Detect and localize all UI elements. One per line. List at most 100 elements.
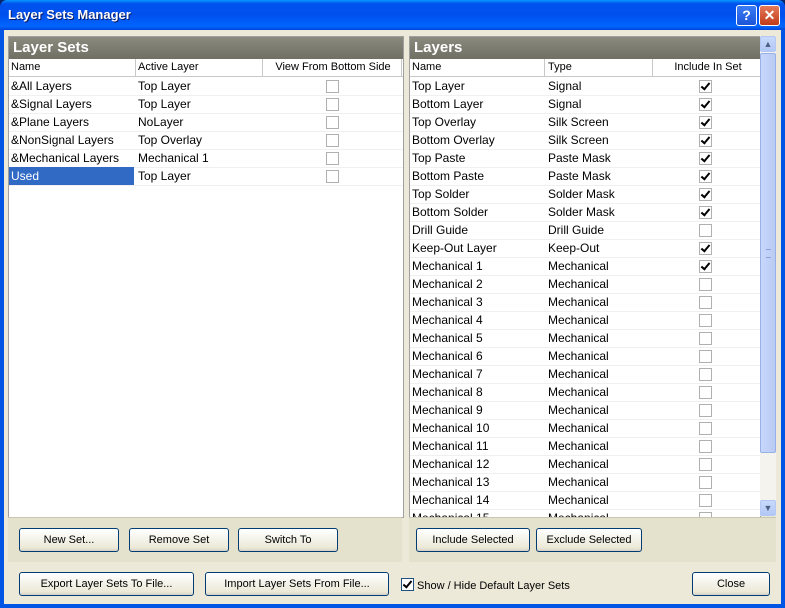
layer-row[interactable]: Mechanical 12 Mechanical xyxy=(410,455,760,474)
include-in-set-checkbox[interactable] xyxy=(699,296,712,309)
layer-row[interactable]: Mechanical 9 Mechanical xyxy=(410,401,760,420)
layer-row[interactable]: Mechanical 8 Mechanical xyxy=(410,383,760,402)
scroll-thumb[interactable] xyxy=(760,53,776,453)
layer-set-active-layer[interactable]: Top Layer xyxy=(136,77,262,95)
include-in-set-checkbox[interactable] xyxy=(699,404,712,417)
view-from-bottom-checkbox[interactable] xyxy=(326,80,339,93)
layer-set-row[interactable]: &NonSignal Layers Top Overlay xyxy=(9,131,403,150)
show-hide-default-layer-sets[interactable]: Show / Hide Default Layer Sets xyxy=(401,576,570,592)
layer-row[interactable]: Mechanical 2 Mechanical xyxy=(410,275,760,294)
include-in-set-checkbox[interactable] xyxy=(699,116,712,129)
layer-row[interactable]: Mechanical 11 Mechanical xyxy=(410,437,760,456)
title-bar[interactable]: Layer Sets Manager ? ✕ xyxy=(0,0,785,30)
include-in-set-checkbox[interactable] xyxy=(699,80,712,93)
include-in-set-checkbox[interactable] xyxy=(699,278,712,291)
view-from-bottom-checkbox[interactable] xyxy=(326,152,339,165)
include-in-set-checkbox[interactable] xyxy=(699,422,712,435)
layer-set-active-layer[interactable]: Top Overlay xyxy=(136,131,262,149)
layer-set-name[interactable]: &NonSignal Layers xyxy=(9,131,134,149)
view-from-bottom-checkbox[interactable] xyxy=(326,134,339,147)
layer-type: Mechanical xyxy=(548,295,609,309)
include-in-set-checkbox[interactable] xyxy=(699,350,712,363)
layer-row[interactable]: Top Overlay Silk Screen xyxy=(410,113,760,132)
layer-row[interactable]: Mechanical 13 Mechanical xyxy=(410,473,760,492)
close-window-button[interactable]: ✕ xyxy=(759,5,780,26)
layer-row[interactable]: Top Layer Signal xyxy=(410,77,760,96)
include-in-set-checkbox[interactable] xyxy=(699,386,712,399)
include-in-set-checkbox[interactable] xyxy=(699,494,712,507)
view-from-bottom-checkbox[interactable] xyxy=(326,98,339,111)
column-header-type[interactable]: Type xyxy=(546,59,653,76)
layer-name: Mechanical 6 xyxy=(412,349,483,363)
include-in-set-checkbox[interactable] xyxy=(699,332,712,345)
layer-row[interactable]: Bottom Overlay Silk Screen xyxy=(410,131,760,150)
layer-set-row[interactable]: &Mechanical Layers Mechanical 1 xyxy=(9,149,403,168)
include-in-set-checkbox[interactable] xyxy=(699,188,712,201)
layer-set-active-layer[interactable]: Top Layer xyxy=(136,167,262,185)
layer-set-row[interactable]: &Signal Layers Top Layer xyxy=(9,95,403,114)
include-in-set-checkbox[interactable] xyxy=(699,458,712,471)
switch-to-button[interactable]: Switch To xyxy=(238,528,338,552)
layer-row[interactable]: Mechanical 6 Mechanical xyxy=(410,347,760,366)
layer-name: Mechanical 14 xyxy=(412,493,490,507)
layer-row[interactable]: Mechanical 3 Mechanical xyxy=(410,293,760,312)
export-layer-sets-button[interactable]: Export Layer Sets To File... xyxy=(19,572,194,596)
layer-set-name[interactable]: Used xyxy=(9,167,134,185)
layer-set-row[interactable]: &All Layers Top Layer xyxy=(9,77,403,96)
view-from-bottom-checkbox[interactable] xyxy=(326,170,339,183)
column-header-active-layer[interactable]: Active Layer xyxy=(136,59,263,76)
scroll-down-arrow-icon[interactable]: ▼ xyxy=(760,500,776,516)
layer-row[interactable]: Bottom Layer Signal xyxy=(410,95,760,114)
layer-row[interactable]: Keep-Out Layer Keep-Out xyxy=(410,239,760,258)
layer-row[interactable]: Mechanical 5 Mechanical xyxy=(410,329,760,348)
layer-set-row[interactable]: Used Top Layer xyxy=(9,167,403,186)
scroll-up-arrow-icon[interactable]: ▲ xyxy=(760,36,776,52)
include-in-set-checkbox[interactable] xyxy=(699,206,712,219)
layer-set-active-layer[interactable]: Top Layer xyxy=(136,95,262,113)
help-button[interactable]: ? xyxy=(736,5,757,26)
layer-row[interactable]: Mechanical 4 Mechanical xyxy=(410,311,760,330)
layer-set-row[interactable]: &Plane Layers NoLayer xyxy=(9,113,403,132)
layer-row[interactable]: Drill Guide Drill Guide xyxy=(410,221,760,240)
layer-set-name[interactable]: &All Layers xyxy=(9,77,134,95)
window-frame xyxy=(0,604,785,608)
layer-set-active-layer[interactable]: NoLayer xyxy=(136,113,262,131)
include-in-set-checkbox[interactable] xyxy=(699,260,712,273)
include-in-set-checkbox[interactable] xyxy=(699,242,712,255)
layer-set-name[interactable]: &Signal Layers xyxy=(9,95,134,113)
layer-type: Mechanical xyxy=(548,457,609,471)
layer-row[interactable]: Mechanical 7 Mechanical xyxy=(410,365,760,384)
import-layer-sets-button[interactable]: Import Layer Sets From File... xyxy=(205,572,389,596)
new-set-button[interactable]: New Set... xyxy=(19,528,119,552)
include-in-set-checkbox[interactable] xyxy=(699,224,712,237)
include-in-set-checkbox[interactable] xyxy=(699,134,712,147)
layer-set-active-layer[interactable]: Mechanical 1 xyxy=(136,149,262,167)
include-in-set-checkbox[interactable] xyxy=(699,98,712,111)
view-from-bottom-checkbox[interactable] xyxy=(326,116,339,129)
include-in-set-checkbox[interactable] xyxy=(699,368,712,381)
layers-scrollbar[interactable]: ▲ ▼ xyxy=(760,36,776,516)
layer-row[interactable]: Bottom Solder Solder Mask xyxy=(410,203,760,222)
layer-row[interactable]: Top Solder Solder Mask xyxy=(410,185,760,204)
column-header-include-in-set[interactable]: Include In Set xyxy=(654,59,760,76)
column-header-view-from-bottom[interactable]: View From Bottom Side xyxy=(263,59,402,76)
show-hide-checkbox[interactable] xyxy=(401,578,414,591)
include-in-set-checkbox[interactable] xyxy=(699,440,712,453)
remove-set-button[interactable]: Remove Set xyxy=(129,528,229,552)
layer-row[interactable]: Top Paste Paste Mask xyxy=(410,149,760,168)
layer-row[interactable]: Mechanical 10 Mechanical xyxy=(410,419,760,438)
layer-set-name[interactable]: &Mechanical Layers xyxy=(9,149,134,167)
column-header-name[interactable]: Name xyxy=(410,59,545,76)
close-button[interactable]: Close xyxy=(692,572,770,596)
include-in-set-checkbox[interactable] xyxy=(699,314,712,327)
include-in-set-checkbox[interactable] xyxy=(699,152,712,165)
layer-row[interactable]: Mechanical 1 Mechanical xyxy=(410,257,760,276)
layer-set-name[interactable]: &Plane Layers xyxy=(9,113,134,131)
include-in-set-checkbox[interactable] xyxy=(699,170,712,183)
column-header-name[interactable]: Name xyxy=(9,59,136,76)
layer-row[interactable]: Bottom Paste Paste Mask xyxy=(410,167,760,186)
layer-row[interactable]: Mechanical 14 Mechanical xyxy=(410,491,760,510)
include-selected-button[interactable]: Include Selected xyxy=(416,528,530,552)
include-in-set-checkbox[interactable] xyxy=(699,476,712,489)
exclude-selected-button[interactable]: Exclude Selected xyxy=(536,528,642,552)
